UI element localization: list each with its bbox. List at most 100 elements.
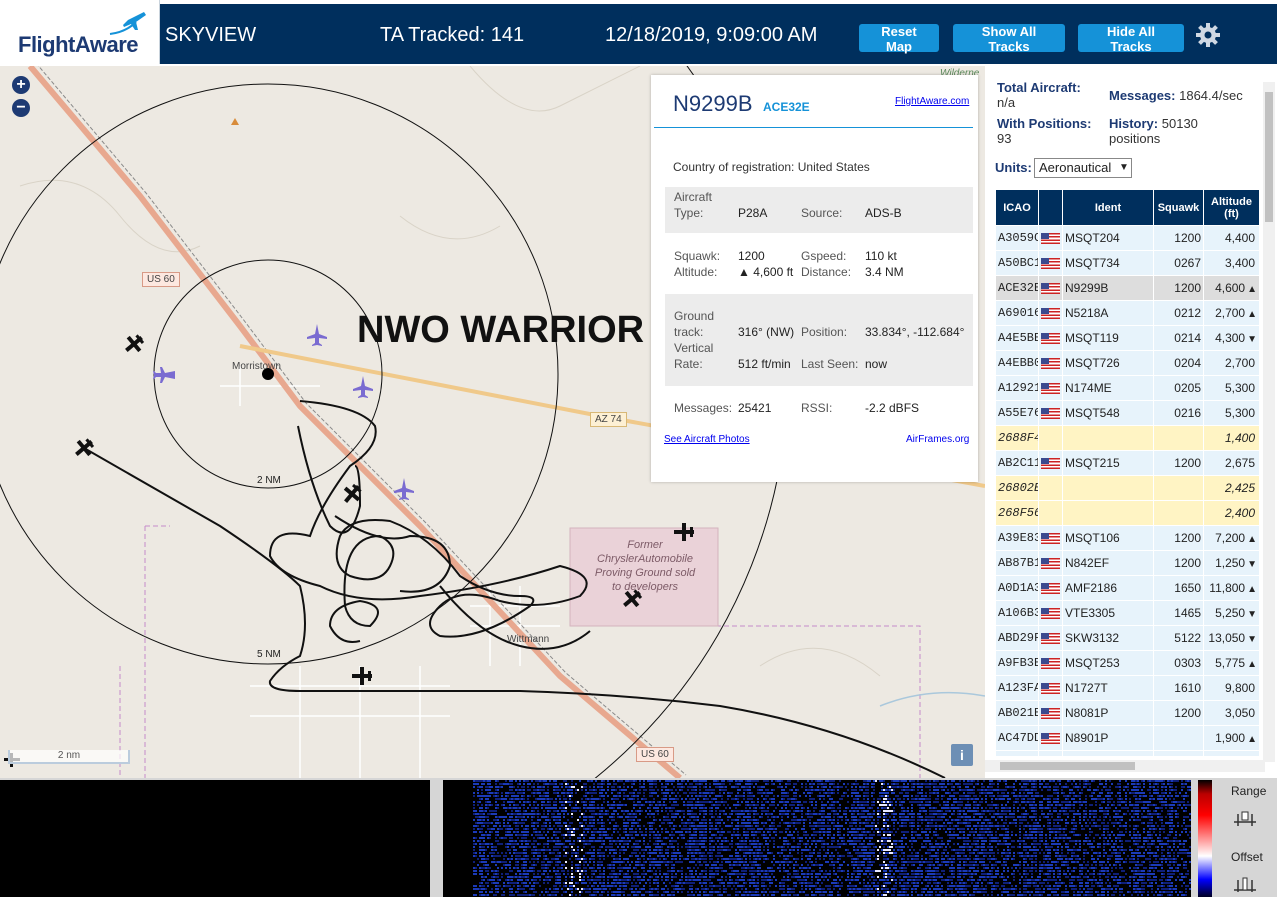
altitude-cell: 1,875▲ bbox=[1203, 750, 1259, 756]
aircraft-icon[interactable] bbox=[71, 435, 98, 462]
aircraft-icon[interactable] bbox=[394, 478, 414, 500]
units-select[interactable]: Aeronautical ▼ bbox=[1034, 158, 1132, 178]
rssi-label: RSSI: bbox=[801, 401, 833, 415]
aircraft-icon[interactable] bbox=[121, 331, 148, 358]
units-row: Units: bbox=[995, 160, 1032, 175]
altitude-value: 4,300 bbox=[1215, 331, 1246, 345]
table-row[interactable]: AB021E N8081P 1200 3,050 bbox=[995, 700, 1259, 726]
horizontal-scroll-thumb[interactable] bbox=[1000, 762, 1135, 770]
table-row[interactable]: A123FA N1727T 1610 9,800 bbox=[995, 675, 1259, 701]
table-row[interactable]: 26802E 2,425 bbox=[995, 475, 1259, 501]
table-row[interactable]: A12921 N174ME 0205 5,300 bbox=[995, 375, 1259, 401]
table-row[interactable]: AB8043 N840EF12001,875▲ bbox=[995, 750, 1259, 756]
aircraft-icon[interactable] bbox=[352, 667, 372, 685]
type-value: P28A bbox=[738, 206, 768, 220]
altitude-label: Altitude: bbox=[674, 265, 718, 279]
total-aircraft-stat: Total Aircraft: n/a bbox=[997, 80, 1109, 110]
table-row[interactable]: A50BC1 MSQT734 0267 3,400 bbox=[995, 250, 1259, 276]
altitude-cell: 3,050 bbox=[1203, 700, 1259, 726]
icao-cell: A4E5BE bbox=[995, 325, 1039, 351]
peak-icon bbox=[231, 118, 239, 125]
squawk-cell: 0303 bbox=[1153, 650, 1204, 676]
aircraft-icon[interactable] bbox=[153, 367, 175, 383]
country-of-registration: Country of registration: United States bbox=[673, 160, 870, 174]
altitude-cell: 9,800 bbox=[1203, 675, 1259, 701]
aircraft-table-container[interactable]: ICAO Ident Squawk Altitude (ft) A3059C MS… bbox=[995, 189, 1259, 756]
table-row[interactable]: ACE32E N9299B 1200 4,600 ▲ bbox=[995, 275, 1259, 301]
altitude-value: 13,050 bbox=[1208, 631, 1246, 645]
altitude-cell: 1,250 ▼ bbox=[1203, 550, 1259, 576]
squawk-cell: 1200 bbox=[1153, 750, 1204, 756]
history-label: History: bbox=[1109, 116, 1159, 131]
distance-label: Distance: bbox=[801, 265, 852, 279]
us-flag-icon bbox=[1041, 258, 1060, 270]
us-flag-icon bbox=[1041, 308, 1060, 320]
airframes-link[interactable]: AirFrames.org bbox=[906, 434, 969, 445]
country-value: United States bbox=[797, 160, 870, 174]
table-row[interactable]: 2688F4 1,400 bbox=[995, 425, 1259, 451]
altitude-trend-icon: ▲ bbox=[1247, 584, 1257, 595]
ident-cell: N8901P bbox=[1062, 725, 1154, 751]
column-header-flag[interactable] bbox=[1038, 189, 1063, 226]
track-label: track: bbox=[674, 325, 704, 339]
panel-divider bbox=[654, 127, 973, 128]
range-slider-icon[interactable] bbox=[1232, 808, 1258, 828]
hide-all-tracks-button[interactable]: Hide All Tracks bbox=[1078, 24, 1184, 54]
table-row[interactable]: A9FB3E MSQT253 0303 5,775 ▲ bbox=[995, 650, 1259, 676]
altitude-cell: 11,800 ▲ bbox=[1203, 575, 1259, 601]
reset-map-button[interactable]: Reset Map bbox=[859, 24, 939, 54]
altitude-trend-icon: ▼ bbox=[1247, 559, 1257, 570]
table-row[interactable]: A55E76 MSQT548 0216 5,300 bbox=[995, 400, 1259, 426]
offset-label: Offset bbox=[1231, 850, 1263, 864]
vertical-scrollbar[interactable] bbox=[1263, 82, 1275, 762]
messages-label: Messages: bbox=[674, 401, 733, 415]
stream bbox=[879, 691, 985, 707]
aircraft-icon[interactable] bbox=[353, 376, 373, 398]
ident-cell: MSQT119 bbox=[1062, 325, 1154, 351]
rssi-value: -2.2 dBFS bbox=[865, 401, 920, 415]
zoom-out-button[interactable]: − bbox=[12, 99, 30, 117]
table-row[interactable]: A106B3 VTE3305 1465 5,250 ▼ bbox=[995, 600, 1259, 626]
map-info-button[interactable]: i bbox=[951, 744, 973, 766]
squawk-cell: 1200 bbox=[1153, 525, 1204, 551]
altitude-cell: 5,775 ▲ bbox=[1203, 650, 1259, 676]
flightaware-link[interactable]: FlightAware.com bbox=[895, 96, 969, 107]
us-flag-icon bbox=[1041, 233, 1060, 245]
table-row[interactable]: A4EBB0 MSQT726 0204 2,700 bbox=[995, 350, 1259, 376]
us-flag-icon bbox=[1041, 683, 1060, 695]
table-row[interactable]: AB87B1 N842EF 1200 1,250 ▼ bbox=[995, 550, 1259, 576]
table-row[interactable]: 268F56 2,400 bbox=[995, 500, 1259, 526]
gear-icon[interactable] bbox=[1195, 22, 1221, 48]
flag-cell bbox=[1038, 525, 1063, 551]
altitude-cell: 1,900 ▲ bbox=[1203, 725, 1259, 751]
squawk-cell: 0205 bbox=[1153, 375, 1204, 401]
show-all-tracks-button[interactable]: Show All Tracks bbox=[953, 24, 1065, 54]
table-row[interactable]: A0D1A3 AMF2186 1650 11,800 ▲ bbox=[995, 575, 1259, 601]
flag-cell bbox=[1038, 375, 1063, 401]
column-header-squawk[interactable]: Squawk bbox=[1153, 189, 1204, 226]
altitude-cell: 2,675 bbox=[1203, 450, 1259, 476]
column-header-icao[interactable]: ICAO bbox=[995, 189, 1039, 226]
table-row[interactable]: AB2C11 MSQT215 1200 2,675 bbox=[995, 450, 1259, 476]
aircraft-photos-link[interactable]: See Aircraft Photos bbox=[664, 434, 750, 445]
altitude-trend-icon: ▲ bbox=[1247, 534, 1257, 545]
table-row[interactable]: AC47DD N8901P 1,900 ▲ bbox=[995, 725, 1259, 751]
icao-cell: AB8043 bbox=[995, 750, 1039, 756]
table-row[interactable]: A69016 N5218A 0212 2,700 ▲ bbox=[995, 300, 1259, 326]
aircraft-icon[interactable] bbox=[307, 324, 327, 346]
offset-slider-icon[interactable] bbox=[1232, 874, 1258, 894]
column-header-ident[interactable]: Ident bbox=[1062, 189, 1154, 226]
flightaware-logo[interactable]: FlightAware bbox=[0, 0, 160, 64]
table-row[interactable]: A4E5BE MSQT119 0214 4,300 ▼ bbox=[995, 325, 1259, 351]
table-row[interactable]: A3059C MSQT204 1200 4,400 bbox=[995, 225, 1259, 251]
table-row[interactable]: ABD29F SKW3132 5122 13,050 ▼ bbox=[995, 625, 1259, 651]
horizontal-scrollbar[interactable] bbox=[985, 760, 1265, 772]
table-row[interactable]: A39E83 MSQT106 1200 7,200 ▲ bbox=[995, 525, 1259, 551]
altitude-value: 5,300 bbox=[1224, 406, 1255, 420]
column-header-altitude[interactable]: Altitude (ft) bbox=[1203, 189, 1259, 226]
vertical-scroll-thumb[interactable] bbox=[1265, 92, 1273, 222]
flag-cell bbox=[1038, 650, 1063, 676]
zoom-in-button[interactable]: + bbox=[12, 76, 30, 94]
ident-cell: MSQT215 bbox=[1062, 450, 1154, 476]
aircraft-icon[interactable] bbox=[339, 481, 366, 508]
